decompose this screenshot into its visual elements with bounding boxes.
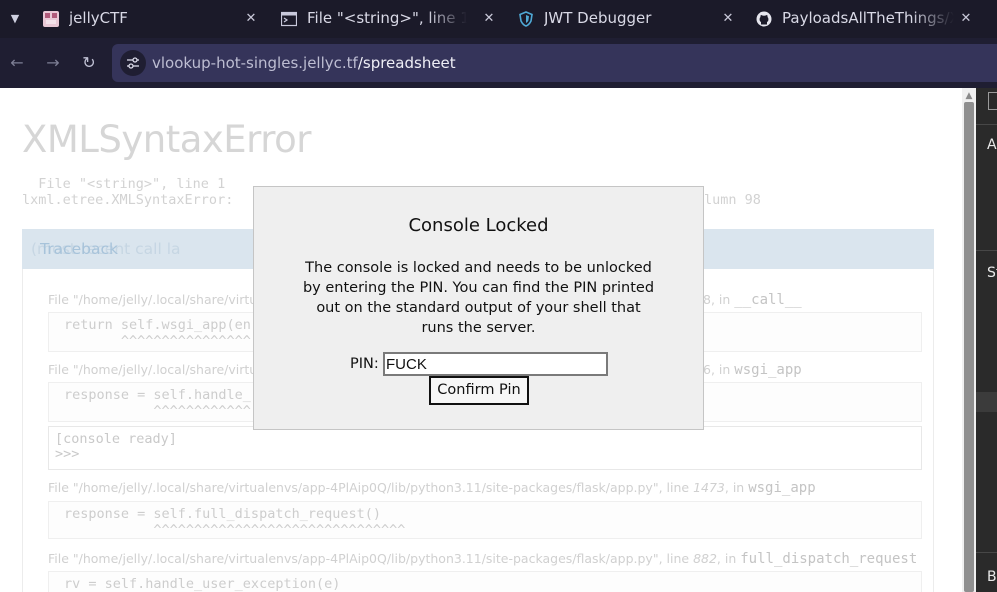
github-favicon-icon [756,11,772,27]
frame-func-line: 6, in wsgi_app [703,362,802,378]
frame-file-line[interactable]: File "/home/jelly/.local/share/virtua [48,292,265,307]
terminal-favicon-icon [281,11,297,27]
side-panel-label: B [987,569,997,585]
jelly-favicon-icon [43,11,59,27]
pin-label: PIN: [350,356,379,372]
frame-func-line: 8, in __call__ [703,292,802,308]
reload-icon[interactable]: ↻ [78,52,100,74]
site-info-sliders-icon[interactable] [120,50,146,76]
tab-close-icon[interactable]: ✕ [244,0,258,38]
pin-input[interactable] [383,352,608,376]
debug-console[interactable]: [console ready] >>> [48,426,922,470]
url-host: vlookup-hot-singles.jellyc.tf [152,54,358,72]
tab-close-icon[interactable]: ✕ [959,0,973,38]
side-panel-label: A [987,137,997,153]
tab-close-icon[interactable]: ✕ [482,0,496,38]
tab-title: JWT Debugger [544,9,652,27]
tab-title: jellyCTF [69,9,128,27]
selected-row[interactable] [976,392,997,412]
tab-jellyctf[interactable]: jellyCTF ✕ [43,0,268,38]
url-path: /spreadsheet [357,54,456,72]
divider [976,250,997,251]
tab-title: PayloadsAllTheThings/XXE Injection [782,9,954,27]
divider [976,552,997,553]
frame-file-line[interactable]: File "/home/jelly/.local/share/virtua [48,362,265,377]
dialog-title: Console Locked [408,215,549,236]
tab-payloadsallthethings[interactable]: PayloadsAllTheThings/XXE Injection ✕ [756,0,981,38]
inspect-element-icon[interactable] [988,92,997,110]
traceback-label: Traceback [40,240,118,258]
error-title: XMLSyntaxError [22,118,311,161]
error-message-line2: lxml.etree.XMLSyntaxError: [22,192,234,208]
tab-close-icon[interactable]: ✕ [721,0,735,38]
tab-jwt-debugger[interactable]: JWT Debugger ✕ [518,0,743,38]
frame-file-line[interactable]: File "/home/jelly/.local/share/virtualen… [48,551,917,567]
error-message: File "<string>", line 1 lxml.etree.XMLSy… [22,176,233,208]
devtools-side-panel: A St B [976,88,997,592]
frame-file-line[interactable]: File "/home/jelly/.local/share/virtualen… [48,480,816,496]
url-text[interactable]: vlookup-hot-singles.jellyc.tf/spreadshee… [152,44,456,82]
page-scrollbar[interactable]: ▲ [962,88,976,592]
scroll-up-arrow-icon[interactable]: ▲ [962,90,976,102]
divider [976,124,997,125]
tab-list-chevron-down-icon[interactable]: ▼ [6,10,24,28]
back-arrow-icon[interactable]: ← [6,52,28,74]
confirm-pin-button[interactable]: Confirm Pin [429,376,529,405]
frame-code[interactable]: rv = self.handle_user_exception(e) [48,571,922,592]
console-locked-dialog: Console Locked The console is locked and… [253,186,704,430]
tab-strip: ▼ jellyCTF ✕ File "<string>", line 1 // … [0,0,997,38]
tab-title: File "<string>", line 1 // Werkzeug Debu… [307,9,467,27]
side-panel-label: St [987,265,997,281]
debugger-page: XMLSyntaxError File "<string>", line 1 l… [0,88,962,592]
nav-toolbar: ← → ↻ vlookup-hot-singles.jellyc.tf/spre… [0,38,997,88]
forward-arrow-icon[interactable]: → [42,52,64,74]
frame-code[interactable]: response = self.full_dispatch_request() … [48,501,922,539]
dialog-message: The console is locked and needs to be un… [302,260,655,336]
shield-favicon-icon [519,11,533,27]
tab-werkzeug-debugger[interactable]: File "<string>", line 1 // Werkzeug Debu… [281,0,506,38]
scroll-thumb[interactable] [964,102,974,592]
error-message-tail: lumn 98 [704,192,761,208]
error-message-line1: File "<string>", line 1 [22,176,226,192]
url-bar[interactable]: vlookup-hot-singles.jellyc.tf/spreadshee… [112,44,997,82]
